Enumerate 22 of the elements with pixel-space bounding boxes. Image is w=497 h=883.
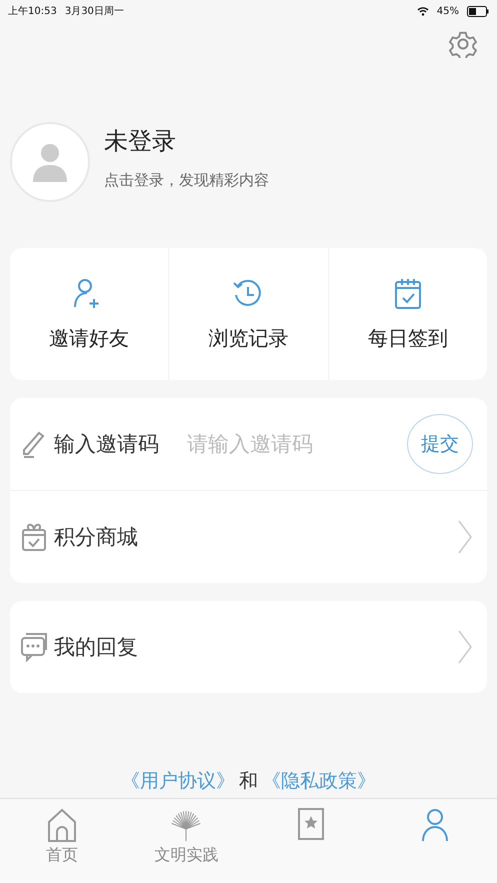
agreement-text: 和 — [239, 770, 258, 792]
settings-icon[interactable] — [449, 30, 477, 58]
login-status[interactable]: 未登录 — [104, 124, 269, 156]
chat-icon — [20, 631, 50, 663]
status-date: 3月30日周一 — [64, 5, 124, 18]
battery-icon — [467, 6, 489, 16]
tab-label: 首页 — [46, 845, 78, 866]
action-label[interactable]: 每日签到 — [368, 324, 448, 352]
invite-code-label: 输入邀请码 — [54, 431, 159, 458]
invite-code-field[interactable]: 请输入邀请码 — [185, 431, 389, 457]
action-label[interactable]: 邀请好友 — [49, 324, 130, 352]
action-label[interactable]: 浏览记录 — [208, 324, 288, 352]
login-hint: 点击登录，发现精彩内容 — [104, 170, 269, 190]
chevron-right-icon[interactable] — [457, 629, 473, 665]
menu-item[interactable]: 积分商城 — [54, 523, 138, 551]
battery-percent: 45% — [436, 6, 459, 16]
tab-label: 文明实践 — [154, 845, 218, 866]
person-icon — [32, 142, 68, 182]
menu-item[interactable]: 我的回复 — [54, 633, 138, 661]
status-time: 上午10:53 — [8, 4, 57, 18]
wifi-icon — [416, 6, 429, 16]
chevron-right-icon[interactable] — [457, 519, 473, 555]
